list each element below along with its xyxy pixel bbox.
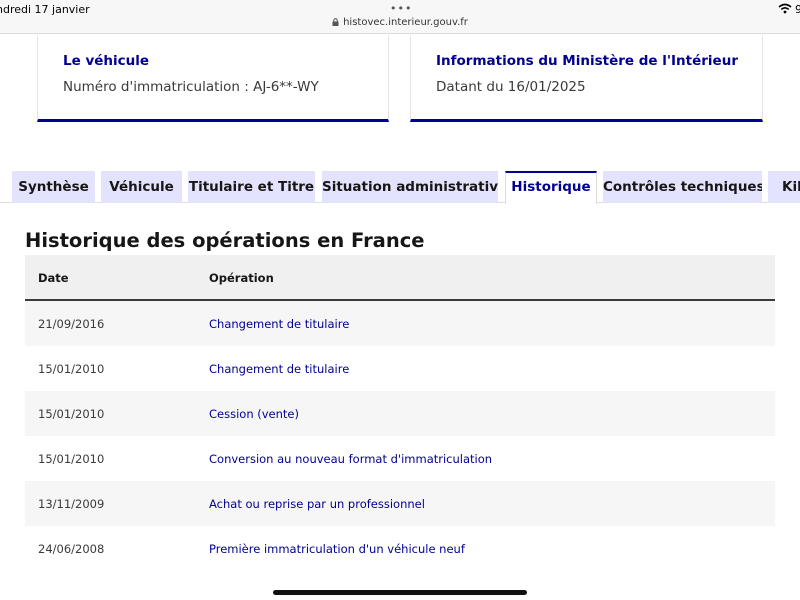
wifi-icon	[778, 3, 792, 14]
status-bar: ndredi 17 janvier ••• histovec.interieur…	[0, 0, 800, 34]
tab-vehicule[interactable]: Véhicule	[101, 171, 182, 203]
row-date: 13/11/2009	[38, 497, 105, 511]
table-row: 15/01/2010 Conversion au nouveau format …	[25, 436, 775, 481]
tab-situation-administrative[interactable]: Situation administrative	[322, 171, 498, 203]
registration-number: Numéro d'immatriculation : AJ-6**-WY	[63, 79, 319, 95]
table-row: 21/09/2016 Changement de titulaire	[25, 301, 775, 346]
row-operation: Achat ou reprise par un professionnel	[209, 497, 425, 511]
tab-controles-techniques[interactable]: Contrôles techniques	[603, 171, 762, 203]
table-body: 21/09/2016 Changement de titulaire 15/01…	[25, 301, 775, 571]
address-bar[interactable]: histovec.interieur.gouv.fr	[0, 17, 800, 28]
row-date: 15/01/2010	[38, 362, 105, 376]
status-right-fragment: 9	[795, 3, 800, 16]
vehicle-card: Le véhicule Numéro d'immatriculation : A…	[37, 35, 389, 122]
table-row: 13/11/2009 Achat ou reprise par un profe…	[25, 481, 775, 526]
row-date: 15/01/2010	[38, 407, 105, 421]
history-title: Historique des opérations en France	[25, 229, 425, 252]
history-table: Date Opération 21/09/2016 Changement de …	[25, 255, 775, 571]
table-header: Date Opération	[25, 255, 775, 301]
row-operation: Conversion au nouveau format d'immatricu…	[209, 452, 493, 466]
tab-kilometrage[interactable]: Kil	[768, 171, 800, 203]
table-row: 24/06/2008 Première immatriculation d'un…	[25, 526, 775, 571]
browser-menu-dots[interactable]: •••	[390, 2, 412, 15]
row-operation: Changement de titulaire	[209, 317, 350, 331]
ministry-card-title: Informations du Ministère de l'Intérieur	[436, 53, 738, 69]
table-row: 15/01/2010 Changement de titulaire	[25, 346, 775, 391]
row-operation: Changement de titulaire	[209, 362, 350, 376]
column-header-operation: Opération	[209, 271, 274, 285]
ministry-card: Informations du Ministère de l'Intérieur…	[410, 35, 763, 122]
status-date: ndredi 17 janvier	[0, 3, 90, 16]
row-date: 24/06/2008	[38, 542, 105, 556]
vehicle-card-title: Le véhicule	[63, 53, 150, 69]
table-row: 15/01/2010 Cession (vente)	[25, 391, 775, 436]
column-header-date: Date	[38, 271, 69, 285]
home-indicator[interactable]	[273, 590, 527, 595]
tab-titulaire-titre[interactable]: Titulaire et Titre	[188, 171, 315, 203]
tab-historique[interactable]: Historique	[505, 171, 597, 204]
lock-icon	[332, 18, 339, 26]
data-date: Datant du 16/01/2025	[436, 79, 586, 95]
tab-synthese[interactable]: Synthèse	[12, 171, 95, 203]
row-operation: Cession (vente)	[209, 407, 299, 421]
row-date: 15/01/2010	[38, 452, 105, 466]
row-operation: Première immatriculation d'un véhicule n…	[209, 542, 465, 556]
row-date: 21/09/2016	[38, 317, 105, 331]
url-text: histovec.interieur.gouv.fr	[343, 17, 468, 28]
